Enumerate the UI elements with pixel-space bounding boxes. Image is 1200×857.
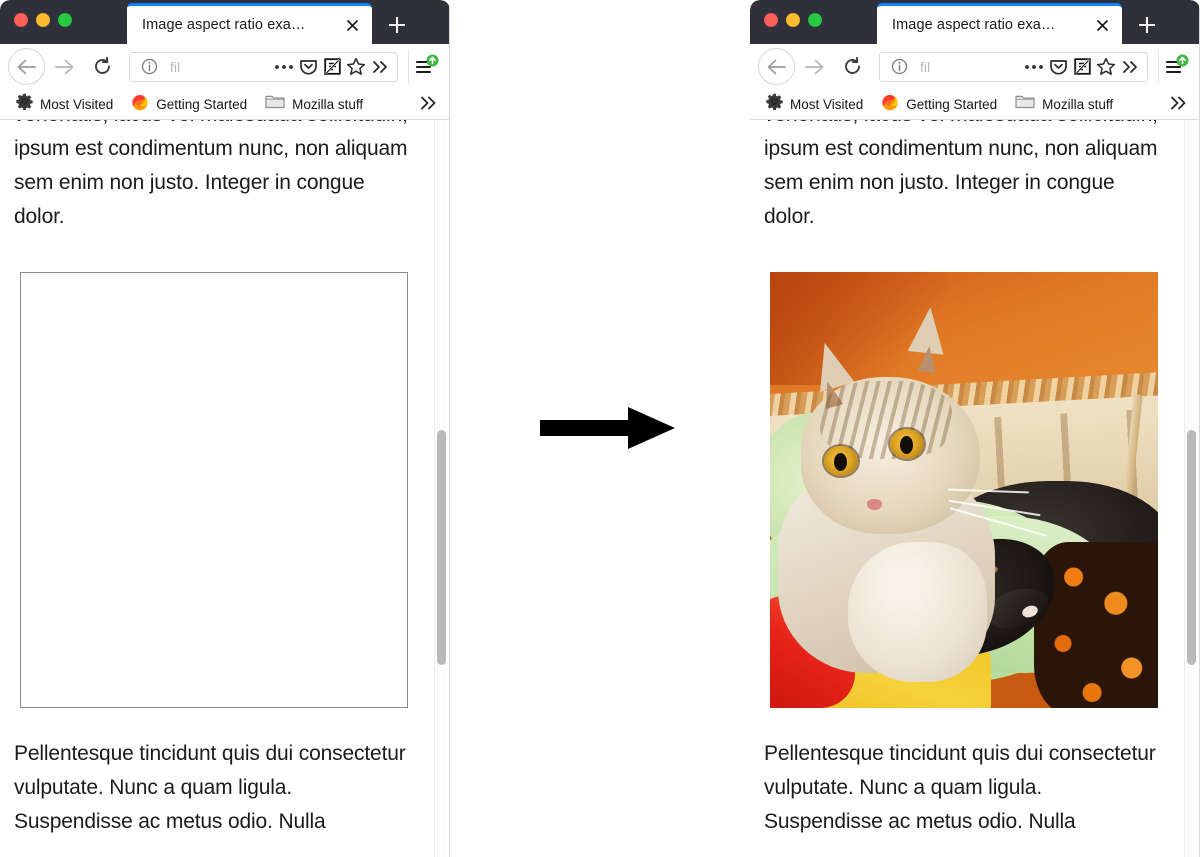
photo-tabby-chest	[847, 542, 988, 682]
new-tab-button[interactable]	[380, 8, 414, 42]
document-body: venenatis, lacus vel malesuada sollicitu…	[0, 120, 435, 839]
ellipsis-icon[interactable]	[1022, 55, 1046, 79]
bookmark-label: Getting Started	[906, 96, 998, 112]
tab-title: Image aspect ratio example	[142, 17, 317, 33]
paragraph-above-image: venenatis, lacus vel malesuada sollicitu…	[14, 120, 408, 228]
hamburger-menu-icon[interactable]	[1158, 49, 1192, 84]
bookmark-mozilla-stuff[interactable]: Mozilla stuff	[1015, 93, 1113, 115]
info-circle-icon[interactable]	[887, 55, 911, 79]
reload-icon[interactable]	[833, 48, 871, 86]
bookmark-label: Most Visited	[40, 96, 114, 112]
chevron-double-right-icon[interactable]	[418, 94, 438, 117]
close-window-button[interactable]	[764, 13, 778, 27]
close-window-button[interactable]	[14, 13, 28, 27]
star-icon[interactable]	[344, 55, 368, 79]
bookmark-most-visited[interactable]: Most Visited	[766, 93, 863, 115]
image-placeholder-slot	[20, 272, 408, 708]
pocket-icon[interactable]	[1046, 55, 1070, 79]
gear-icon	[766, 93, 783, 115]
window-controls[interactable]	[14, 13, 72, 27]
address-bar[interactable]: fil	[129, 51, 398, 82]
close-icon[interactable]	[342, 15, 362, 35]
bookmark-label: Getting Started	[156, 96, 248, 112]
paragraph-above-image: venenatis, lacus vel malesuada sollicitu…	[764, 120, 1158, 228]
forward-arrow-icon[interactable]	[795, 48, 833, 86]
photo-tabby-pupil-right	[900, 435, 914, 454]
chevron-double-right-icon[interactable]	[368, 55, 392, 79]
reader-view-icon[interactable]	[320, 55, 344, 79]
reader-view-icon[interactable]	[1070, 55, 1094, 79]
paragraph-below-image: Pellentesque tincidunt quis dui consecte…	[14, 742, 406, 833]
bookmarks-bar: Most Visited Getting Started Mozilla stu…	[750, 89, 1200, 120]
maximize-window-button[interactable]	[58, 13, 72, 27]
navigation-toolbar: fil	[750, 44, 1200, 89]
window-right-edge	[449, 0, 450, 857]
hamburger-menu-icon[interactable]	[408, 49, 442, 84]
chevron-double-right-icon[interactable]	[1118, 55, 1142, 79]
document-body: venenatis, lacus vel malesuada sollicitu…	[750, 120, 1185, 839]
bookmark-mozilla-stuff[interactable]: Mozilla stuff	[265, 93, 363, 115]
close-icon[interactable]	[1092, 15, 1112, 35]
bookmark-label: Mozilla stuff	[1042, 96, 1114, 112]
pocket-icon[interactable]	[296, 55, 320, 79]
browser-tab[interactable]: Image aspect ratio example	[877, 3, 1122, 44]
maximize-window-button[interactable]	[808, 13, 822, 27]
browser-window-after: Image aspect ratio example fil Most Visi…	[750, 0, 1200, 857]
firefox-logo-icon	[131, 93, 149, 116]
title-bar: Image aspect ratio example	[750, 0, 1200, 44]
ellipsis-icon[interactable]	[272, 55, 296, 79]
scrollbar-thumb[interactable]	[437, 429, 446, 666]
bookmark-getting-started[interactable]: Getting Started	[881, 93, 997, 116]
page-content: venenatis, lacus vel malesuada sollicitu…	[750, 120, 1200, 857]
url-input[interactable]: fil	[161, 59, 272, 75]
forward-arrow-icon[interactable]	[45, 48, 83, 86]
chevron-double-right-icon[interactable]	[1168, 94, 1188, 117]
browser-window-before: Image aspect ratio example fil Most Visi…	[0, 0, 450, 857]
url-input[interactable]: fil	[911, 59, 1022, 75]
paragraph-below-image: Pellentesque tincidunt quis dui consecte…	[764, 742, 1156, 833]
browser-tab[interactable]: Image aspect ratio example	[127, 3, 372, 44]
comparison-figure: Image aspect ratio example fil Most Visi…	[0, 0, 1200, 857]
right-arrow-icon	[540, 407, 675, 449]
page-content: venenatis, lacus vel malesuada sollicitu…	[0, 120, 450, 857]
bookmark-label: Mozilla stuff	[292, 96, 364, 112]
back-arrow-icon[interactable]	[758, 48, 795, 85]
navigation-toolbar: fil	[0, 44, 450, 89]
firefox-logo-icon	[881, 93, 899, 116]
vertical-scrollbar[interactable]	[1184, 120, 1197, 857]
tab-title: Image aspect ratio example	[892, 17, 1067, 33]
new-tab-button[interactable]	[1130, 8, 1164, 42]
back-arrow-icon[interactable]	[8, 48, 45, 85]
info-circle-icon[interactable]	[137, 55, 161, 79]
vertical-scrollbar[interactable]	[434, 120, 447, 857]
address-bar[interactable]: fil	[879, 51, 1148, 82]
bookmark-getting-started[interactable]: Getting Started	[131, 93, 247, 116]
photo-tabby-ear-inner-right	[918, 345, 939, 373]
star-icon[interactable]	[1094, 55, 1118, 79]
photo-tabby-nose	[867, 498, 882, 510]
scrollbar-thumb[interactable]	[1187, 429, 1196, 666]
bookmark-label: Most Visited	[790, 96, 864, 112]
cat-photo	[770, 272, 1158, 708]
photo-orange-pattern	[1033, 542, 1158, 708]
broken-image-placeholder	[20, 272, 408, 708]
gear-icon	[16, 93, 33, 115]
minimize-window-button[interactable]	[786, 13, 800, 27]
bookmark-most-visited[interactable]: Most Visited	[16, 93, 113, 115]
title-bar: Image aspect ratio example	[0, 0, 450, 44]
image-slot	[770, 272, 1158, 708]
window-controls[interactable]	[764, 13, 822, 27]
bookmarks-bar: Most Visited Getting Started Mozilla stu…	[0, 89, 450, 120]
folder-icon	[265, 93, 285, 115]
folder-icon	[1015, 93, 1035, 115]
minimize-window-button[interactable]	[36, 13, 50, 27]
reload-icon[interactable]	[83, 48, 121, 86]
